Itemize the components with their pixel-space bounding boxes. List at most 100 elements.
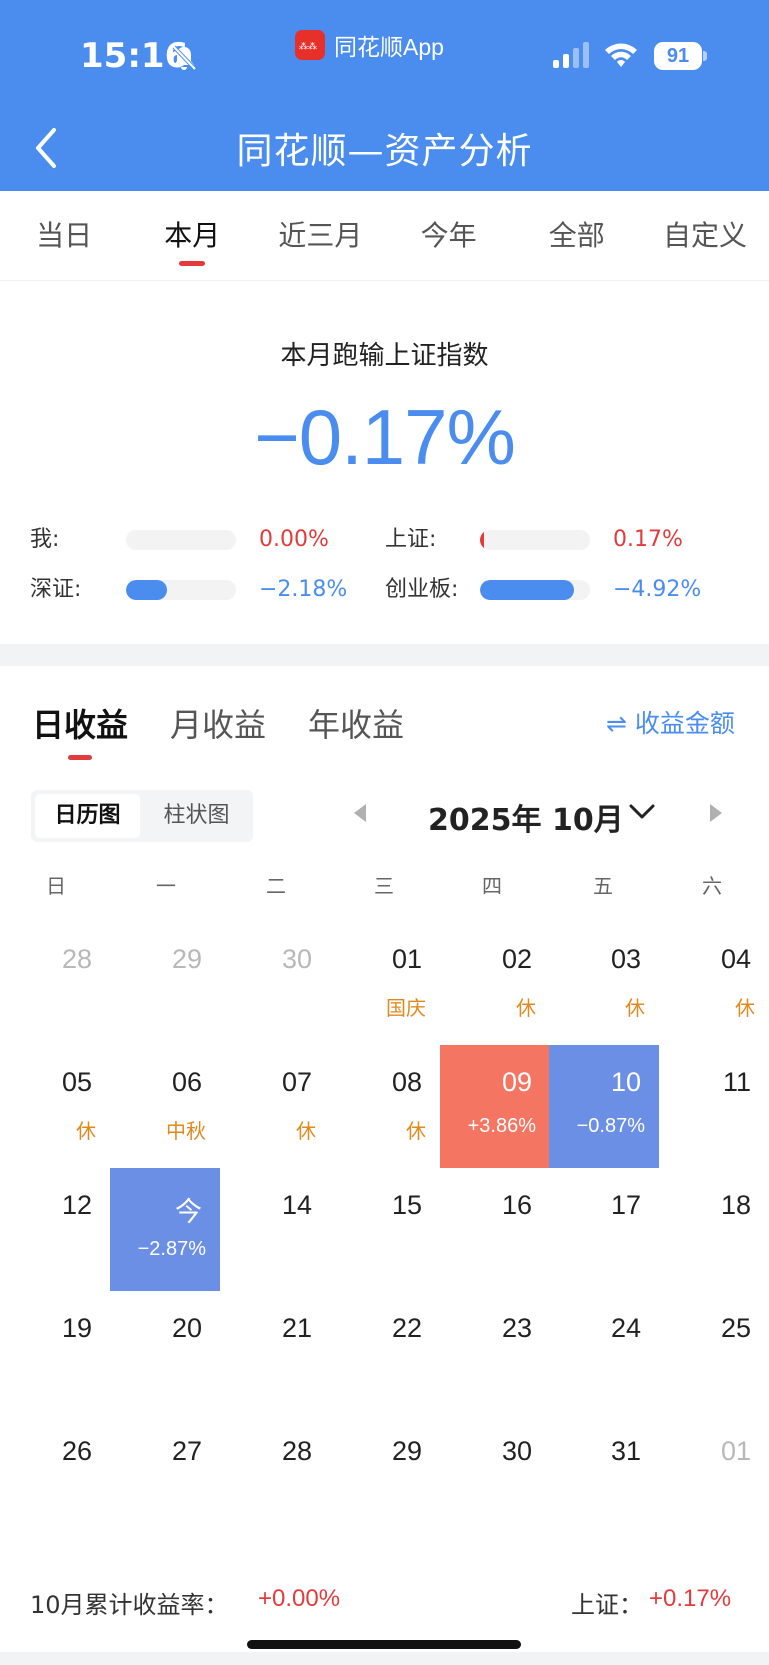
calendar-day-number: 22 <box>391 1313 422 1343</box>
calendar-day-cell[interactable]: 28 <box>220 1414 330 1537</box>
calendar-day-cell[interactable]: 12 <box>0 1168 110 1291</box>
tab-this-year[interactable]: 今年 <box>385 191 513 280</box>
calendar-day-cell[interactable]: 04 休 <box>659 922 769 1045</box>
prev-month-icon[interactable] <box>354 804 366 822</box>
calendar-day-cell[interactable]: 18 <box>659 1168 769 1291</box>
calendar-day-cell[interactable]: 30 <box>220 922 330 1045</box>
calendar-day-number: 29 <box>171 944 202 974</box>
calendar-day-cell[interactable]: 03 休 <box>549 922 659 1045</box>
bar-chart-view-button[interactable]: 柱状图 <box>144 794 249 838</box>
calendar-day-cell[interactable]: 09 +3.86% <box>440 1045 550 1168</box>
calendar-day-cell[interactable]: 05 休 <box>0 1045 110 1168</box>
next-month-icon[interactable] <box>710 804 722 822</box>
calendar-day-number: 02 <box>501 944 532 974</box>
weekday-label: 一 <box>156 874 176 898</box>
battery-level: 91 <box>666 44 690 67</box>
calendar-day-number: 16 <box>501 1190 532 1220</box>
calendar-day-number: 18 <box>720 1190 751 1220</box>
calendar-day-cell[interactable]: 今 −2.87% <box>110 1168 220 1291</box>
calendar-day-number: 24 <box>610 1313 641 1343</box>
weekday-label: 四 <box>482 874 502 898</box>
section-divider <box>0 644 769 666</box>
period-tabs: 当日 本月 近三月 今年 全部 自定义 <box>0 191 769 281</box>
comparison-fill-shenzhen <box>126 580 167 600</box>
calendar-day-cell[interactable]: 28 <box>0 922 110 1045</box>
calendar-day-number: 14 <box>281 1190 312 1220</box>
calendar-day-cell[interactable]: 27 <box>110 1414 220 1537</box>
summary-title: 本月跑输上证指数 <box>280 341 489 371</box>
chevron-down-icon[interactable] <box>626 800 658 824</box>
app-name: 同花顺App <box>334 34 444 60</box>
weekday-label: 五 <box>593 874 613 898</box>
calendar-day-number: 23 <box>501 1313 532 1343</box>
bottom-strip <box>0 1652 769 1665</box>
calendar-day-cell[interactable]: 19 <box>0 1291 110 1414</box>
calendar-day-cell[interactable]: 17 <box>549 1168 659 1291</box>
calendar-day-cell[interactable]: 25 <box>659 1291 769 1414</box>
cumulative-label: 10月累计收益率： <box>30 1591 229 1619</box>
calendar-day-cell[interactable]: 24 <box>549 1291 659 1414</box>
calendar-day-cell[interactable]: 31 <box>549 1414 659 1537</box>
calendar-day-cell[interactable]: 15 <box>330 1168 440 1291</box>
calendar-day-cell[interactable]: 30 <box>440 1414 550 1537</box>
tab-custom[interactable]: 自定义 <box>641 191 769 280</box>
calendar-day-cell[interactable]: 16 <box>440 1168 550 1291</box>
calendar-day-cell[interactable]: 11 <box>659 1045 769 1168</box>
bell-slash-icon <box>172 45 197 71</box>
calendar-day-cell[interactable]: 01 国庆 <box>330 922 440 1045</box>
calendar-day-number: 11 <box>722 1067 751 1097</box>
comparison-label-shenzhen: 深证: <box>30 577 82 602</box>
calendar-day-cell[interactable]: 10 −0.87% <box>549 1045 659 1168</box>
calendar-day-cell[interactable]: 07 休 <box>220 1045 330 1168</box>
calendar-day-number: 09 <box>501 1067 532 1097</box>
calendar-day-cell[interactable]: 23 <box>440 1291 550 1414</box>
tab-this-month[interactable]: 本月 <box>128 191 256 280</box>
comparison-fill-shanghai <box>480 530 484 550</box>
battery-tip <box>703 51 707 61</box>
svg-text:⁂⁂: ⁂⁂ <box>299 41 317 51</box>
calendar-day-cell[interactable]: 22 <box>330 1291 440 1414</box>
calendar-day-holiday: 休 <box>735 996 755 1020</box>
tab-yearly-return[interactable]: 年收益 <box>308 700 404 746</box>
calendar-day-cell[interactable]: 06 中秋 <box>110 1045 220 1168</box>
comparison-value-chinext: −4.92% <box>613 577 702 602</box>
calendar-day-number: 28 <box>281 1436 312 1466</box>
calendar-day-number: 07 <box>281 1067 312 1097</box>
tab-all[interactable]: 全部 <box>513 191 641 280</box>
home-indicator[interactable] <box>247 1640 521 1649</box>
calendar-day-number: 今 <box>175 1197 202 1227</box>
comparison-row-1: 我: 0.00% 上证: 0.17% <box>0 525 769 555</box>
calendar-day-cell[interactable]: 21 <box>220 1291 330 1414</box>
comparison-bar-chinext <box>480 580 590 600</box>
calendar-view-button[interactable]: 日历图 <box>35 794 140 838</box>
calendar-day-holiday: 休 <box>296 1119 316 1143</box>
tab-last-three-months[interactable]: 近三月 <box>256 191 384 280</box>
calendar-day-number: 25 <box>720 1313 751 1343</box>
calendar-day-number: 31 <box>610 1436 641 1466</box>
view-switch: 日历图 柱状图 <box>31 790 253 842</box>
weekday-label: 三 <box>374 874 394 898</box>
calendar-day-cell[interactable]: 29 <box>110 922 220 1045</box>
calendar-day-number: 04 <box>720 944 751 974</box>
calendar-day-number: 30 <box>281 944 312 974</box>
calendar-day-return: −2.87% <box>137 1238 206 1260</box>
calendar-day-cell[interactable]: 02 休 <box>440 922 550 1045</box>
calendar-day-cell[interactable]: 20 <box>110 1291 220 1414</box>
source-app-badge[interactable]: ⁂⁂ 同花顺App <box>295 28 444 62</box>
weekday-label: 二 <box>266 874 286 898</box>
calendar-day-number: 28 <box>61 944 92 974</box>
calendar-day-cell[interactable]: 08 休 <box>330 1045 440 1168</box>
return-amount-toggle[interactable]: ⇌ 收益金额 <box>606 704 735 740</box>
calendar-day-number: 10 <box>610 1067 641 1097</box>
calendar-day-number: 21 <box>281 1313 312 1343</box>
calendar-day-holiday: 休 <box>76 1119 96 1143</box>
calendar-day-cell[interactable]: 26 <box>0 1414 110 1537</box>
calendar-day-cell[interactable]: 29 <box>330 1414 440 1537</box>
month-label[interactable]: 2025年 10月 <box>428 795 624 839</box>
calendar-day-cell[interactable]: 14 <box>220 1168 330 1291</box>
tab-monthly-return[interactable]: 月收益 <box>170 700 266 746</box>
tab-today[interactable]: 当日 <box>0 191 128 280</box>
calendar-day-cell[interactable]: 01 <box>659 1414 769 1537</box>
index-label: 上证： <box>571 1591 643 1619</box>
tab-daily-return[interactable]: 日收益 <box>32 700 128 746</box>
